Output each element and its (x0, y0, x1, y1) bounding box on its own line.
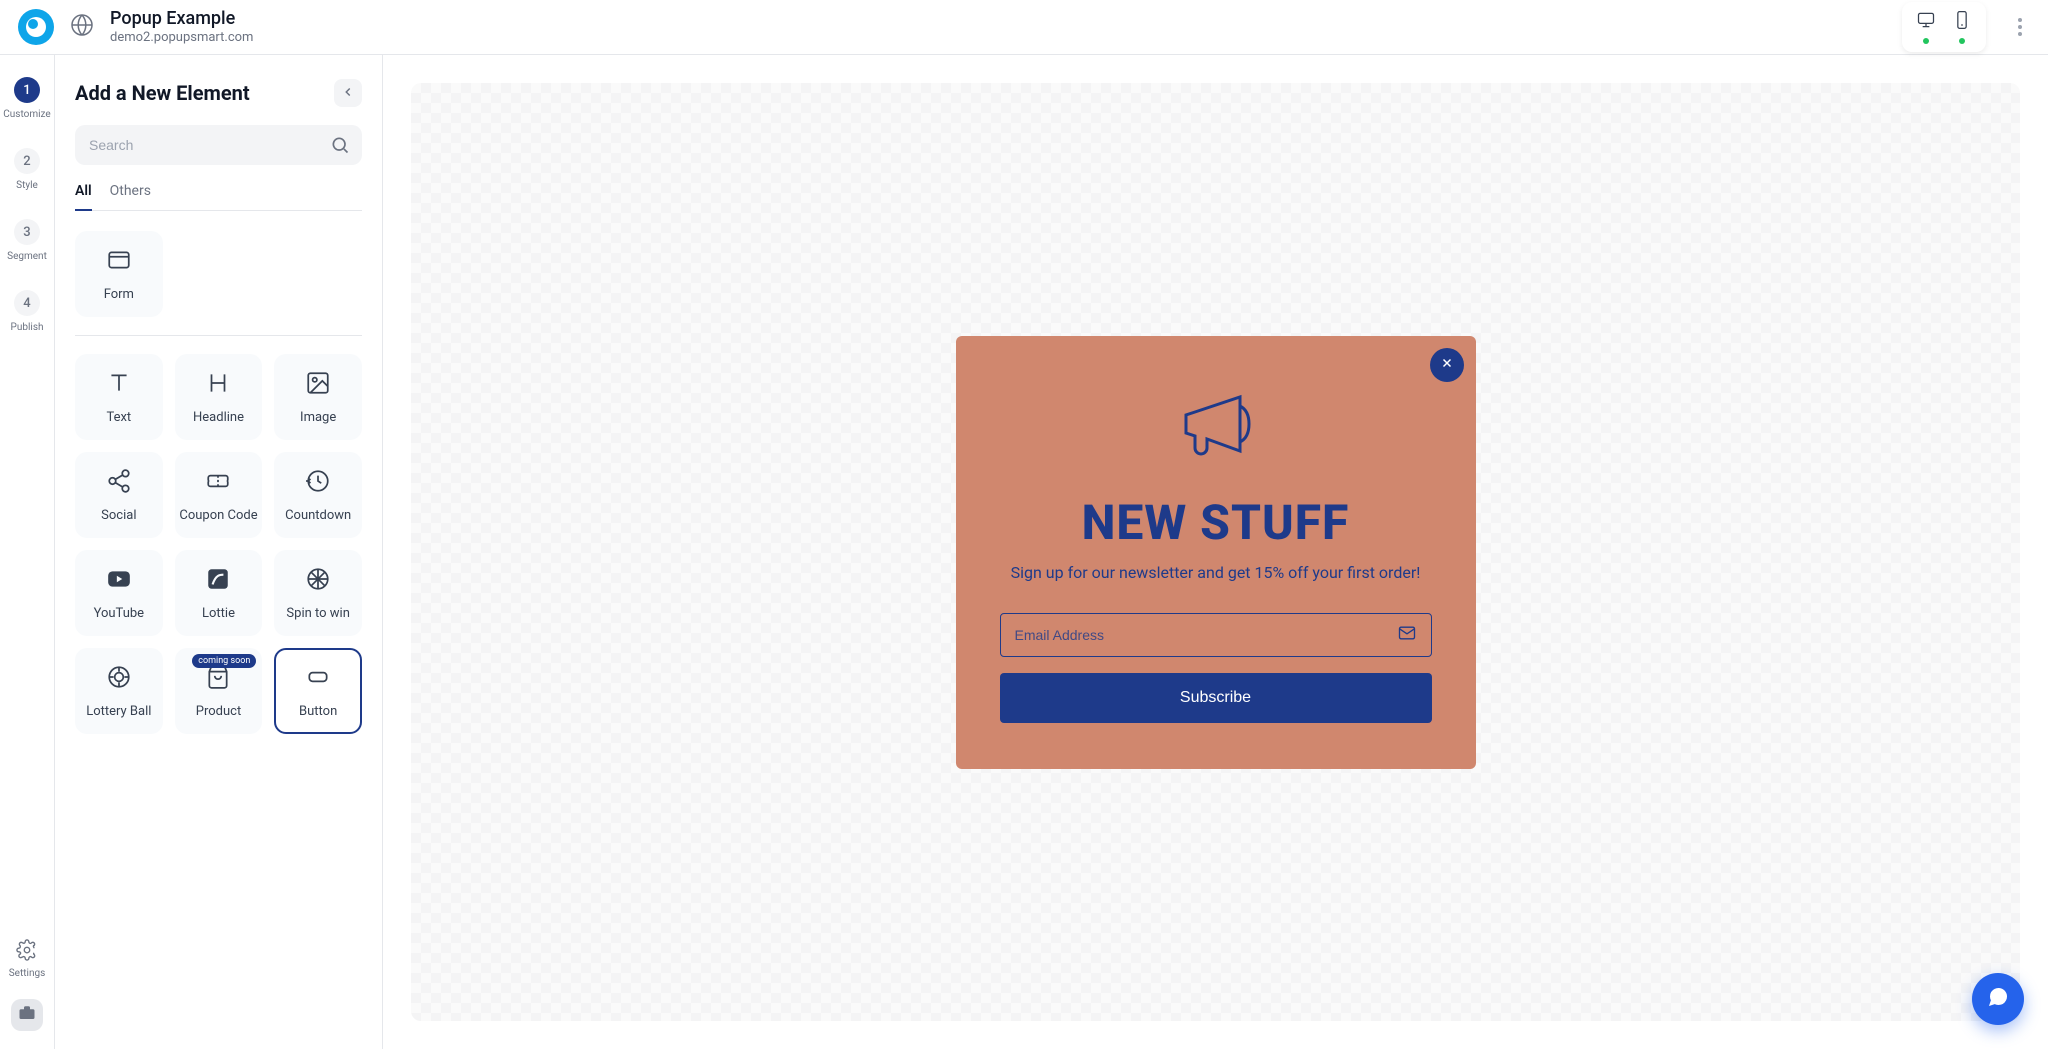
history-icon (305, 468, 331, 498)
element-label: YouTube (94, 606, 145, 621)
element-picker-panel: Add a New Element All Others Form Text (55, 55, 383, 1049)
element-coupon[interactable]: Coupon Code (175, 452, 263, 538)
step-number: 4 (14, 290, 40, 316)
arrow-left-icon (341, 84, 355, 103)
element-headline[interactable]: Headline (175, 354, 263, 440)
monitor-icon (1916, 10, 1936, 34)
step-number: 1 (14, 77, 40, 103)
shopping-bag-icon (205, 664, 231, 694)
step-label: Customize (3, 109, 50, 120)
status-dot (1923, 38, 1929, 44)
popup-headline: NEW STUFF (1000, 494, 1432, 551)
phone-icon (1952, 10, 1972, 34)
tab-all[interactable]: All (75, 183, 92, 211)
lottie-icon (205, 566, 231, 596)
headline-icon (205, 370, 231, 400)
element-label: Product (196, 704, 241, 719)
panel-title: Add a New Element (75, 81, 250, 105)
element-label: Lottie (202, 606, 235, 621)
desktop-preview-button[interactable] (1916, 10, 1936, 44)
step-label: Publish (11, 322, 44, 333)
popup-preview[interactable]: NEW STUFF Sign up for our newsletter and… (956, 336, 1476, 769)
megaphone-icon (1000, 376, 1432, 476)
ticket-icon (205, 468, 231, 498)
step-label: Segment (7, 251, 47, 262)
element-image[interactable]: Image (274, 354, 362, 440)
app-header: Popup Example demo2.popupsmart.com (0, 0, 2048, 55)
step-customize[interactable]: 1 Customize (3, 77, 50, 120)
mail-icon (1397, 623, 1417, 647)
text-icon (106, 370, 132, 400)
element-label: Countdown (285, 508, 351, 523)
email-input[interactable] (1015, 627, 1397, 643)
element-tabs: All Others (75, 183, 362, 211)
element-label: Button (299, 704, 337, 719)
step-rail: 1 Customize 2 Style 3 Segment 4 Publish … (0, 55, 55, 1049)
back-button[interactable] (334, 79, 362, 107)
popup-subtext: Sign up for our newsletter and get 15% o… (1000, 561, 1432, 585)
subscribe-button[interactable]: Subscribe (1000, 673, 1432, 723)
briefcase-icon (18, 1004, 36, 1026)
wheel-icon (305, 566, 331, 596)
element-social[interactable]: Social (75, 452, 163, 538)
lottery-icon (106, 664, 132, 694)
search-input[interactable] (75, 125, 362, 165)
element-countdown[interactable]: Countdown (274, 452, 362, 538)
element-youtube[interactable]: YouTube (75, 550, 163, 636)
close-icon (1440, 355, 1454, 374)
step-label: Style (16, 180, 38, 191)
chat-fab[interactable] (1972, 973, 2024, 1025)
element-text[interactable]: Text (75, 354, 163, 440)
app-logo (18, 9, 54, 45)
element-label: Form (104, 287, 134, 302)
popup-close-button[interactable] (1430, 348, 1464, 382)
more-menu-button[interactable] (2010, 10, 2030, 44)
popup-email-row (1000, 613, 1432, 657)
popup-title: Popup Example (110, 8, 253, 30)
popup-domain: demo2.popupsmart.com (110, 30, 253, 46)
step-number: 2 (14, 148, 40, 174)
header-title-block: Popup Example demo2.popupsmart.com (110, 8, 253, 45)
step-number: 3 (14, 219, 40, 245)
status-dot (1959, 38, 1965, 44)
element-button[interactable]: Button (274, 648, 362, 734)
canvas-area: NEW STUFF Sign up for our newsletter and… (383, 55, 2048, 1049)
gear-icon (16, 939, 38, 964)
canvas-frame[interactable]: NEW STUFF Sign up for our newsletter and… (411, 83, 2020, 1021)
element-label: Lottery Ball (86, 704, 151, 719)
search-wrap (75, 125, 362, 165)
settings-button[interactable]: Settings (9, 939, 46, 979)
element-label: Social (101, 508, 136, 523)
coming-soon-badge: coming soon (192, 654, 256, 668)
button-icon (305, 664, 331, 694)
element-product[interactable]: coming soon Product (175, 648, 263, 734)
element-label: Headline (193, 410, 244, 425)
chat-icon (1986, 985, 2010, 1013)
globe-icon (70, 13, 94, 41)
element-spin[interactable]: Spin to win (274, 550, 362, 636)
image-icon (305, 370, 331, 400)
form-icon (106, 247, 132, 277)
briefcase-button[interactable] (11, 999, 43, 1031)
step-segment[interactable]: 3 Segment (7, 219, 47, 262)
share-icon (106, 468, 132, 498)
element-label: Text (106, 410, 131, 425)
element-grid: Text Headline Image Social Coupon Code C… (75, 354, 362, 734)
element-lottery[interactable]: Lottery Ball (75, 648, 163, 734)
device-toggle (1902, 2, 1986, 52)
element-label: Image (300, 410, 336, 425)
element-label: Coupon Code (179, 508, 257, 523)
settings-label: Settings (9, 968, 46, 979)
element-form[interactable]: Form (75, 231, 163, 317)
element-lottie[interactable]: Lottie (175, 550, 263, 636)
divider (75, 335, 362, 336)
step-publish[interactable]: 4 Publish (11, 290, 44, 333)
step-style[interactable]: 2 Style (14, 148, 40, 191)
tab-others[interactable]: Others (110, 183, 151, 210)
mobile-preview-button[interactable] (1952, 10, 1972, 44)
element-label: Spin to win (286, 606, 349, 621)
youtube-icon (106, 566, 132, 596)
